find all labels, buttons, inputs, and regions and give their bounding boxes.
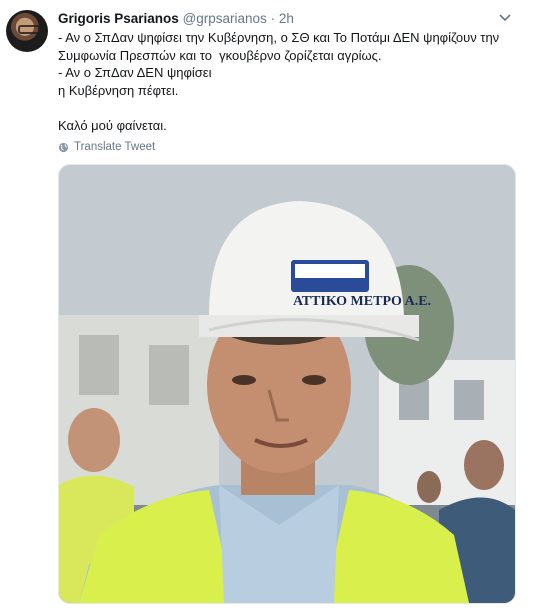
avatar[interactable] bbox=[6, 10, 48, 52]
separator-dot: · bbox=[270, 11, 276, 26]
tweet-photo[interactable]: ΑΤΤΙΚΟ ΜΕΤΡΟ Α.Ε. bbox=[58, 164, 516, 604]
translate-tweet-link[interactable]: Translate Tweet bbox=[58, 141, 155, 153]
chevron-down-icon[interactable] bbox=[498, 11, 512, 25]
author-name[interactable]: Grigoris Psarianos bbox=[58, 11, 179, 26]
tweet-text: - Αν ο ΣπΔαν ψηφίσει την Κυβέρνηση, ο ΣΘ… bbox=[58, 29, 518, 134]
avatar-glasses bbox=[18, 25, 40, 34]
tweet[interactable]: Grigoris Psarianos @grpsarianos · 2h - Α… bbox=[0, 0, 539, 611]
helmet-label: ΑΤΤΙΚΟ ΜΕΤΡΟ Α.Ε. bbox=[293, 294, 431, 309]
tweet-header: Grigoris Psarianos @grpsarianos · 2h bbox=[58, 11, 294, 26]
translate-label: Translate Tweet bbox=[74, 141, 156, 153]
tweet-line-2: Συμφωνία Πρεσπών και το γκουβέρνο ζορίζε… bbox=[58, 47, 382, 63]
author-handle[interactable]: @grpsarianos bbox=[183, 11, 267, 26]
globe-icon bbox=[58, 142, 69, 152]
tweet-line-5: Καλό μού φαίνεται. bbox=[58, 117, 167, 133]
tweet-line-3: - Αν ο ΣπΔαν ΔΕΝ ψηφίσει bbox=[58, 65, 212, 80]
tweet-line-4: η Κυβέρνηση πέφτει. bbox=[58, 82, 179, 98]
tweet-line-1: - Αν ο ΣπΔαν ψηφίσει την Κυβέρνηση, ο ΣΘ… bbox=[58, 30, 500, 45]
tweet-time[interactable]: 2h bbox=[279, 11, 294, 26]
